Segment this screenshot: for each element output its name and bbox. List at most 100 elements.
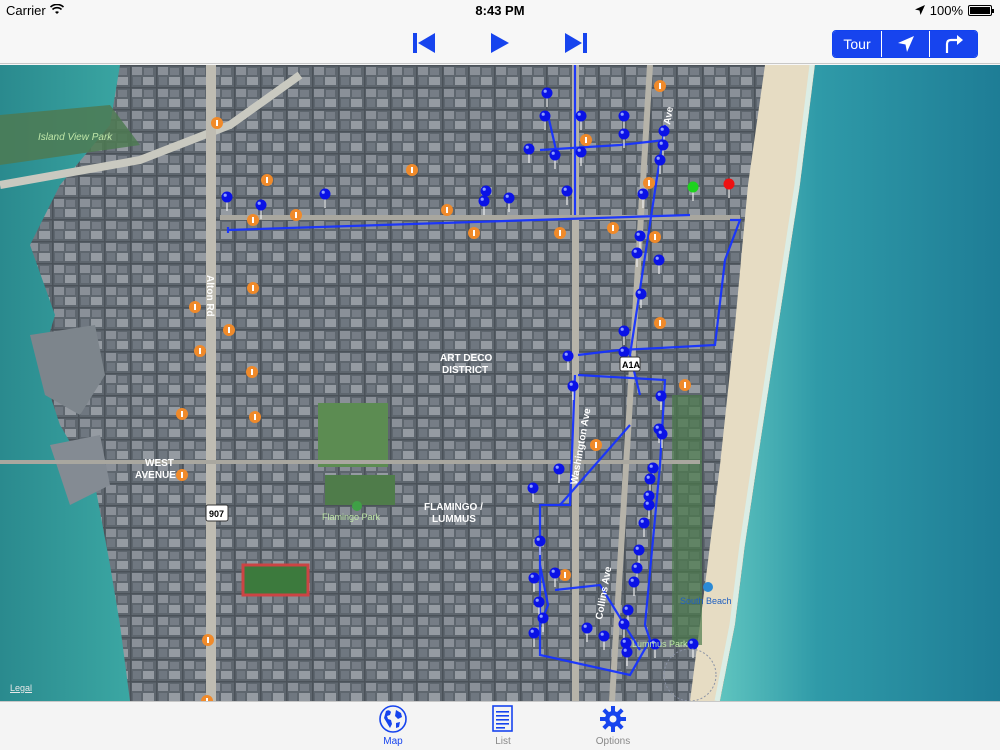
pin-head [655, 390, 667, 402]
pin-head [528, 572, 540, 584]
pin-highlight [637, 290, 641, 294]
pin-highlight [655, 425, 659, 429]
pin-head [633, 544, 645, 556]
poi-marker[interactable] [223, 324, 235, 336]
poi-marker[interactable] [654, 80, 666, 92]
poi-marker[interactable] [559, 569, 571, 581]
poi-marker[interactable] [246, 366, 258, 378]
pin-head [658, 125, 670, 137]
pin-head [478, 195, 490, 207]
locate-button[interactable] [881, 31, 929, 57]
poi-marker[interactable] [654, 317, 666, 329]
pin-highlight [636, 232, 640, 236]
pin-head [643, 499, 655, 511]
poi-marker[interactable] [643, 177, 655, 189]
pin-head [723, 178, 735, 190]
satellite-map[interactable]: Island View Park Alton Rd ART DECO DISTR… [0, 65, 1000, 701]
poi-glyph [659, 83, 661, 89]
poi-marker[interactable] [290, 209, 302, 221]
map-view[interactable]: Island View Park Alton Rd ART DECO DISTR… [0, 65, 1000, 701]
pin-highlight [656, 156, 660, 160]
poi-glyph [216, 120, 218, 126]
poi-marker[interactable] [406, 164, 418, 176]
pin-highlight [257, 201, 261, 205]
pin-head [647, 462, 659, 474]
pin-highlight [551, 151, 555, 155]
poi-marker[interactable] [247, 282, 259, 294]
pin-head [549, 149, 561, 161]
toolbar: Tour [0, 22, 1000, 64]
pin-highlight [555, 465, 559, 469]
alton-rd [206, 65, 216, 701]
pin-head [221, 191, 233, 203]
poi-marker[interactable] [247, 214, 259, 226]
poi-marker[interactable] [249, 411, 261, 423]
pin-highlight [536, 537, 540, 541]
poi-glyph [194, 304, 196, 310]
tab-map[interactable]: Map [366, 702, 420, 750]
poi-glyph [559, 230, 561, 236]
poi-glyph [659, 320, 661, 326]
pin-highlight [577, 112, 581, 116]
poi-glyph [684, 382, 686, 388]
pin-head [549, 567, 561, 579]
poi-glyph [181, 411, 183, 417]
tab-bar: Map List Options [0, 701, 1000, 750]
poi-glyph [564, 572, 566, 578]
pin-head [687, 638, 699, 650]
pin-head [618, 128, 630, 140]
directions-button[interactable] [929, 31, 977, 57]
pin-head [638, 517, 650, 529]
pin-head [687, 181, 699, 193]
poi-marker[interactable] [468, 227, 480, 239]
label-west-avenue-1: WEST [145, 458, 174, 469]
skip-back-button[interactable] [410, 30, 438, 56]
poi-marker[interactable] [189, 301, 201, 313]
poi-marker[interactable] [649, 231, 661, 243]
poi-marker[interactable] [580, 134, 592, 146]
play-button[interactable] [486, 30, 514, 56]
tab-options-label: Options [595, 736, 631, 747]
pin-highlight [577, 148, 581, 152]
poi-marker[interactable] [679, 379, 691, 391]
poi-marker[interactable] [211, 117, 223, 129]
pin-highlight [659, 141, 663, 145]
poi-glyph [252, 217, 254, 223]
pin-head [533, 596, 545, 608]
location-arrow-icon [897, 36, 914, 52]
clock: 8:43 PM [475, 3, 525, 18]
pin-highlight [569, 382, 573, 386]
tab-list[interactable]: List [476, 702, 530, 750]
label-alton-rd: Alton Rd [204, 275, 215, 317]
pin-head [657, 139, 669, 151]
gear-icon [600, 706, 626, 732]
legal-link[interactable]: Legal [10, 683, 32, 693]
poi-marker[interactable] [202, 634, 214, 646]
poi-glyph [251, 369, 253, 375]
pin-highlight [529, 484, 533, 488]
poi-marker[interactable] [554, 227, 566, 239]
poi-glyph [252, 285, 254, 291]
tab-options[interactable]: Options [586, 702, 640, 750]
tour-button[interactable]: Tour [833, 31, 881, 57]
label-west-avenue-2: AVENUE [135, 470, 176, 481]
poi-marker[interactable] [607, 222, 619, 234]
pin-highlight [657, 392, 661, 396]
poi-marker[interactable] [176, 469, 188, 481]
pin-highlight [646, 475, 650, 479]
skip-forward-button[interactable] [562, 30, 590, 56]
pin-head [553, 463, 565, 475]
status-right: 100% [914, 3, 994, 18]
poi-glyph [199, 348, 201, 354]
pin-highlight [639, 190, 643, 194]
poi-marker[interactable] [176, 408, 188, 420]
poi-marker[interactable] [261, 174, 273, 186]
poi-marker[interactable] [194, 345, 206, 357]
label-south-beach: South Beach [680, 596, 732, 606]
label-flamingo-park: Flamingo Park [322, 512, 381, 522]
poi-marker[interactable] [590, 439, 602, 451]
label-island-view-park: Island View Park [38, 132, 113, 143]
poi-glyph [228, 327, 230, 333]
pin-head [631, 562, 643, 574]
poi-marker[interactable] [441, 204, 453, 216]
